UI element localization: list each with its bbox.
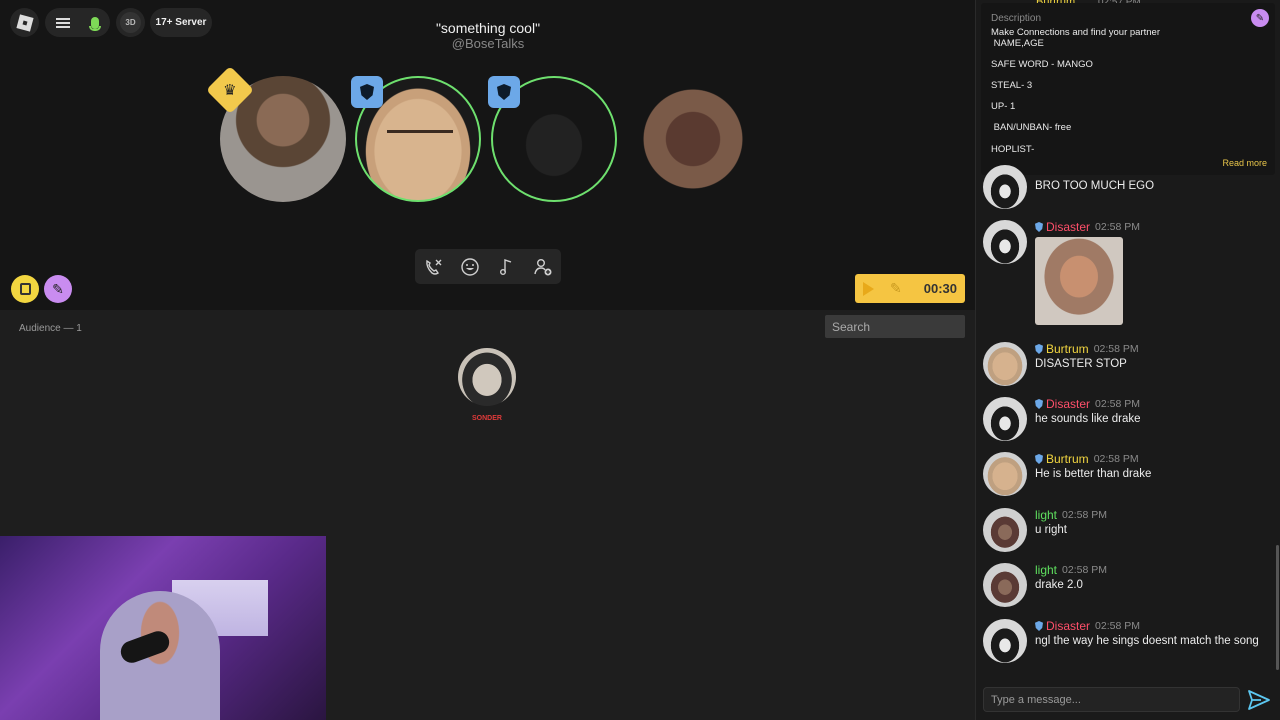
shield-icon — [1035, 621, 1043, 631]
chat-message: light 02:58 PM u right — [983, 508, 1273, 558]
menu-mic-group — [45, 8, 110, 37]
microphone-icon[interactable] — [89, 16, 102, 31]
chat-message: Burtrum 02:58 PM He is better than drake — [983, 452, 1273, 502]
hang-up-icon[interactable] — [422, 256, 444, 278]
read-more-link[interactable]: Read more — [1222, 158, 1267, 168]
chat-message-text: drake 2.0 — [1035, 579, 1083, 591]
timer-widget: ✎ 00:30 — [855, 274, 965, 303]
webcam-overlay — [0, 536, 326, 720]
chat-message: Disaster 02:58 PM ngl the way he sings d… — [983, 619, 1273, 669]
chat-timestamp: 02:58 PM — [1093, 453, 1139, 465]
add-user-icon[interactable] — [532, 256, 554, 278]
chat-avatar[interactable] — [983, 220, 1027, 264]
chat-message-header: Disaster 02:58 PM — [1035, 220, 1140, 234]
chat-timestamp: 02:58 PM — [1095, 620, 1140, 632]
chat-message-text: ngl the way he sings doesnt match the so… — [1035, 635, 1259, 647]
chat-username[interactable]: Disaster — [1046, 397, 1090, 411]
notes-button[interactable] — [11, 275, 39, 303]
moderator-shield-icon — [351, 76, 383, 108]
chat-username[interactable]: Disaster — [1046, 220, 1090, 234]
shield-icon — [1035, 344, 1043, 354]
chat-scrollbar[interactable] — [1276, 545, 1279, 670]
chat-username[interactable]: light — [1035, 508, 1057, 522]
chat-timestamp: 02:58 PM — [1093, 343, 1139, 355]
chat-message-header: light 02:58 PM — [1035, 508, 1107, 522]
chat-message-header: Disaster 02:58 PM — [1035, 619, 1140, 633]
timer-value: 00:30 — [923, 281, 957, 296]
description-text: Make Connections and find your partner N… — [991, 27, 1160, 155]
chat-avatar[interactable] — [983, 563, 1027, 607]
chat-message-input[interactable] — [983, 687, 1240, 712]
edit-description-button[interactable]: ✎ — [1251, 9, 1269, 27]
send-button[interactable] — [1247, 689, 1271, 711]
pencil-icon: ✎ — [52, 280, 64, 297]
chat-timestamp: 02:58 PM — [1062, 564, 1107, 576]
shield-icon — [1035, 222, 1043, 232]
audience-member-name: SONDER — [472, 415, 502, 422]
chat-timestamp: 02:58 PM — [1095, 398, 1140, 410]
chat-message-header: light 02:58 PM — [1035, 563, 1107, 577]
chat-image[interactable] — [1035, 237, 1123, 325]
webcam-person — [100, 591, 220, 720]
shield-icon — [1035, 399, 1043, 409]
hamburger-menu-icon[interactable] — [55, 17, 70, 28]
chat-timestamp: 02:58 PM — [1095, 221, 1140, 233]
chat-username[interactable]: Disaster — [1046, 619, 1090, 633]
audience-member-avatar[interactable] — [458, 348, 516, 406]
server-button[interactable]: 17+ Server — [150, 8, 212, 37]
chat-message-text: BRO TOO MUCH EGO — [1035, 180, 1155, 192]
chat-panel: Burtrum 02:57 PM Description Make Connec… — [975, 0, 1280, 720]
chat-message-header: Burtrum 02:58 PM — [1035, 452, 1139, 466]
chat-message-text: He is better than drake — [1035, 468, 1152, 480]
chat-timestamp: 02:58 PM — [1062, 509, 1107, 521]
chat-message-text: he sounds like drake — [1035, 413, 1141, 425]
audience-search-input[interactable] — [825, 315, 965, 338]
shield-icon — [1035, 454, 1043, 464]
chat-message: BRO TOO MUCH EGO — [983, 165, 1273, 210]
chat-message: Disaster 02:58 PM he sounds like drake — [983, 397, 1273, 447]
chat-username[interactable]: light — [1035, 563, 1057, 577]
roblox-menu-button[interactable] — [10, 8, 39, 37]
chat-username[interactable]: Burtrum — [1046, 342, 1089, 356]
audience-count-label: Audience — 1 — [19, 323, 82, 334]
chat-message: light 02:58 PM drake 2.0 — [983, 563, 1273, 613]
stage-controls — [415, 249, 561, 284]
pencil-icon[interactable]: ✎ — [890, 280, 902, 297]
chat-avatar[interactable] — [983, 452, 1027, 496]
avatar-eyes — [387, 130, 453, 137]
chat-username[interactable]: Burtrum — [1046, 452, 1089, 466]
chat-message-header: Disaster 02:58 PM — [1035, 397, 1140, 411]
chat-avatar[interactable] — [983, 165, 1027, 209]
chat-avatar[interactable] — [983, 342, 1027, 386]
speaker-avatar-4[interactable] — [630, 76, 756, 202]
send-icon — [1248, 690, 1270, 710]
music-note-icon[interactable] — [495, 256, 517, 278]
roblox-logo-icon — [15, 13, 34, 32]
edit-button[interactable]: ✎ — [44, 275, 72, 303]
room-host-handle: @BoseTalks — [451, 36, 525, 51]
pencil-icon: ✎ — [1255, 12, 1265, 24]
chat-message: Burtrum 02:58 PM DISASTER STOP — [983, 342, 1273, 392]
chat-message-header: Burtrum 02:58 PM — [1035, 342, 1139, 356]
stage-area: 3D 17+ Server "something cool" @BoseTalk… — [0, 0, 975, 310]
chat-message-text: DISASTER STOP — [1035, 358, 1127, 370]
avatar-mode-label: 3D — [120, 12, 141, 33]
avatar-mode-button[interactable]: 3D — [116, 8, 145, 37]
chat-avatar[interactable] — [983, 508, 1027, 552]
chat-message: Disaster 02:58 PM — [983, 220, 1273, 335]
description-label: Description — [991, 13, 1042, 24]
play-icon[interactable] — [863, 281, 874, 296]
chat-message-text: u right — [1035, 524, 1067, 536]
moderator-shield-icon — [488, 76, 520, 108]
chat-avatar[interactable] — [983, 619, 1027, 663]
room-title: "something cool" — [435, 20, 541, 36]
room-description-box: Description Make Connections and find yo… — [981, 3, 1275, 175]
notes-icon — [19, 283, 31, 295]
chat-avatar[interactable] — [983, 397, 1027, 441]
emoji-icon[interactable] — [459, 256, 481, 278]
